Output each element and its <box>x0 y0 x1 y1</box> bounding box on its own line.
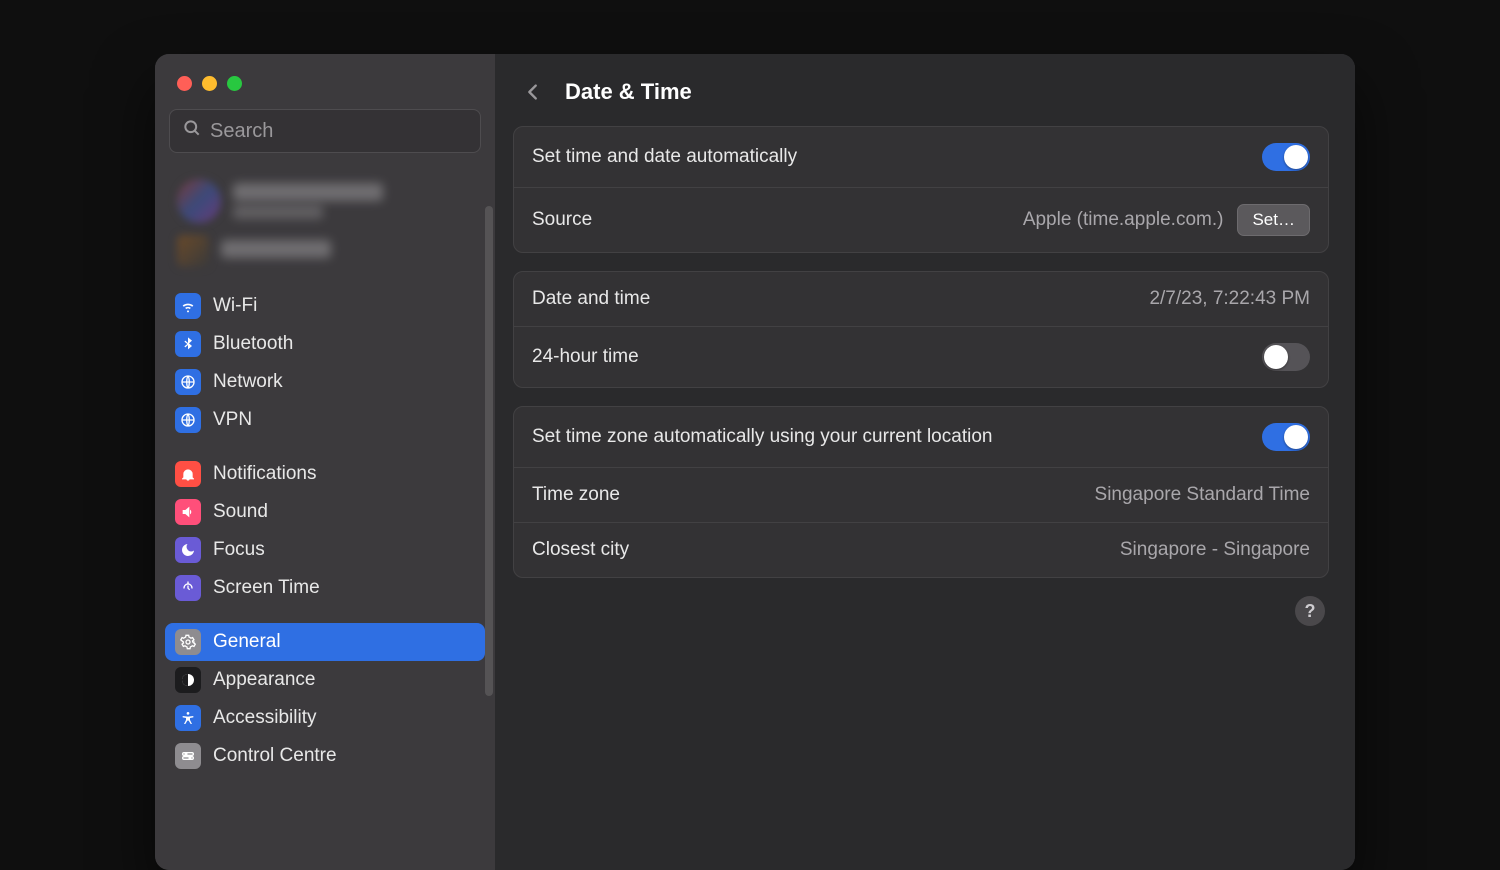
controlcentre-icon <box>175 743 201 769</box>
avatar <box>177 235 209 267</box>
sidebar-item-network[interactable]: Network <box>165 363 485 401</box>
fullscreen-window-button[interactable] <box>227 76 242 91</box>
sidebar-item-accessibility[interactable]: Accessibility <box>165 699 485 737</box>
panel-auto-time: Set time and date automatically Source A… <box>513 126 1329 253</box>
page-title: Date & Time <box>565 79 692 105</box>
sidebar-item-label: Focus <box>213 539 265 561</box>
help-button[interactable]: ? <box>1295 596 1325 626</box>
screentime-icon <box>175 575 201 601</box>
close-window-button[interactable] <box>177 76 192 91</box>
settings-window: Wi-Fi Bluetooth Network VPN Notifications Sou… <box>155 54 1355 870</box>
search-field[interactable] <box>169 109 481 153</box>
focus-icon <box>175 537 201 563</box>
apple-id-account-row[interactable] <box>173 173 477 229</box>
sidebar-item-appearance[interactable]: Appearance <box>165 661 485 699</box>
sidebar-item-label: Notifications <box>213 463 317 485</box>
wifi-icon <box>175 293 201 319</box>
redacted-text <box>233 183 383 201</box>
sidebar: Wi-Fi Bluetooth Network VPN Notifications Sou… <box>155 54 495 870</box>
source-label: Source <box>532 209 592 231</box>
titlebar: Date & Time <box>513 70 1329 126</box>
source-value: Apple (time.apple.com.) <box>1023 209 1224 231</box>
notifications-icon <box>175 461 201 487</box>
window-controls <box>155 54 495 109</box>
panel-date-time: Date and time 2/7/23, 7:22:43 PM 24-hour… <box>513 271 1329 388</box>
sidebar-item-label: Accessibility <box>213 707 316 729</box>
general-icon <box>175 629 201 655</box>
sidebar-item-label: Bluetooth <box>213 333 293 355</box>
sidebar-scrollbar[interactable] <box>485 206 493 696</box>
main-content: Date & Time Set time and date automatica… <box>495 54 1355 870</box>
accessibility-icon <box>175 705 201 731</box>
appearance-icon <box>175 667 201 693</box>
sidebar-item-focus[interactable]: Focus <box>165 531 485 569</box>
accounts-section <box>155 167 495 281</box>
sidebar-item-screentime[interactable]: Screen Time <box>165 569 485 607</box>
sidebar-item-label: Network <box>213 371 283 393</box>
back-button[interactable] <box>519 78 547 106</box>
datetime-value: 2/7/23, 7:22:43 PM <box>1149 288 1310 310</box>
sidebar-item-label: Wi-Fi <box>213 295 257 317</box>
closest-city-value: Singapore - Singapore <box>1120 539 1310 561</box>
closest-city-label: Closest city <box>532 539 629 561</box>
network-icon <box>175 369 201 395</box>
tz-label: Time zone <box>532 484 620 506</box>
sidebar-nav: Wi-Fi Bluetooth Network VPN Notifications Sou… <box>155 281 495 870</box>
family-account-row[interactable] <box>173 229 477 273</box>
sidebar-item-label: General <box>213 631 281 653</box>
sidebar-item-label: Screen Time <box>213 577 320 599</box>
panel-timezone: Set time zone automatically using your c… <box>513 406 1329 578</box>
sidebar-item-bluetooth[interactable]: Bluetooth <box>165 325 485 363</box>
search-icon <box>182 118 202 144</box>
datetime-label: Date and time <box>532 288 650 310</box>
tz-value: Singapore Standard Time <box>1095 484 1310 506</box>
bluetooth-icon <box>175 331 201 357</box>
vpn-icon <box>175 407 201 433</box>
redacted-text <box>221 240 331 258</box>
sidebar-item-vpn[interactable]: VPN <box>165 401 485 439</box>
minimize-window-button[interactable] <box>202 76 217 91</box>
sidebar-item-label: Appearance <box>213 669 315 691</box>
set-auto-label: Set time and date automatically <box>532 146 797 168</box>
sidebar-item-sound[interactable]: Sound <box>165 493 485 531</box>
sidebar-item-label: VPN <box>213 409 252 431</box>
sidebar-item-notifications[interactable]: Notifications <box>165 455 485 493</box>
sidebar-item-label: Control Centre <box>213 745 337 767</box>
tz-auto-label: Set time zone automatically using your c… <box>532 426 992 448</box>
sidebar-item-label: Sound <box>213 501 268 523</box>
sidebar-item-general[interactable]: General <box>165 623 485 661</box>
redacted-text <box>233 205 323 219</box>
sound-icon <box>175 499 201 525</box>
24hour-toggle[interactable] <box>1262 343 1310 371</box>
set-auto-toggle[interactable] <box>1262 143 1310 171</box>
source-set-button[interactable]: Set… <box>1237 204 1310 236</box>
avatar <box>177 179 221 223</box>
24hour-label: 24-hour time <box>532 346 639 368</box>
sidebar-item-wifi[interactable]: Wi-Fi <box>165 287 485 325</box>
sidebar-item-controlcentre[interactable]: Control Centre <box>165 737 485 775</box>
tz-auto-toggle[interactable] <box>1262 423 1310 451</box>
search-input[interactable] <box>210 120 468 143</box>
